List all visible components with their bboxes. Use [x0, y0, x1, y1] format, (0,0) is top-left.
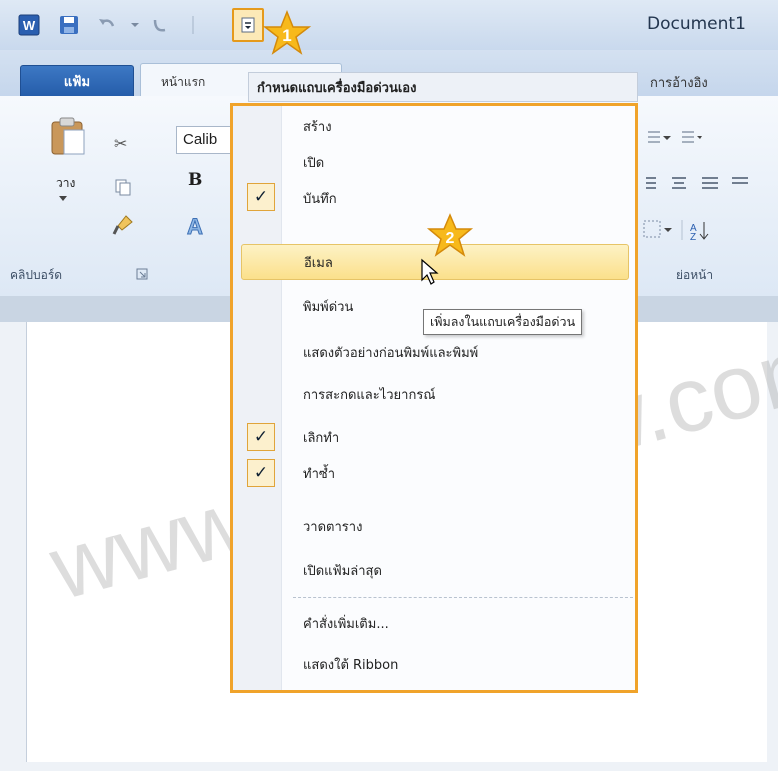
callout-star-2-icon: 2 — [426, 213, 474, 261]
tooltip: เพิ่มลงในแถบเครื่องมือด่วน — [423, 309, 583, 335]
tab-home-label: หน้าแรก — [161, 75, 206, 89]
svg-text:Z: Z — [690, 232, 696, 242]
menu-item-spelling[interactable]: การสะกดและไวยากรณ์ — [281, 376, 635, 412]
customize-qat-menu: สร้าง เปิด ✓ บันทึก อีเมล พิมพ์ด่วน แสดง… — [230, 103, 638, 693]
paragraph-group-label: ย่อหน้า — [676, 268, 714, 282]
menu-item-draw-table[interactable]: วาดตาราง — [281, 508, 635, 544]
paste-label: วาง — [56, 176, 76, 190]
menu-item-save[interactable]: บันทึก — [281, 180, 635, 216]
clipboard-group-label: คลิปบอร์ด — [10, 268, 63, 282]
menu-item-label: เปิด — [303, 155, 325, 171]
format-painter-icon[interactable] — [112, 214, 134, 240]
menu-item-label: ทำซ้ำ — [303, 466, 335, 482]
menu-separator — [293, 597, 633, 598]
cut-icon[interactable]: ✂ — [114, 134, 127, 153]
menu-item-label: การสะกดและไวยากรณ์ — [303, 387, 436, 403]
callout-number: 1 — [282, 26, 291, 45]
borders-icon[interactable]: AZ — [642, 218, 762, 246]
menu-item-label: แสดงตัวอย่างก่อนพิมพ์และพิมพ์ — [303, 345, 479, 361]
menu-item-label: สร้าง — [303, 119, 332, 135]
tab-file[interactable]: แฟ้ม — [20, 65, 134, 97]
menu-item-show-below-ribbon[interactable]: แสดงใต้ Ribbon — [281, 646, 635, 682]
font-name-box[interactable]: Calib — [176, 126, 234, 154]
title-bar: W Document1 — [0, 0, 778, 51]
menu-header: กำหนดแถบเครื่องมือด่วนเอง — [248, 72, 638, 102]
callout-star-1-icon: 1 — [262, 9, 312, 60]
menu-item-label: อีเมล — [304, 255, 333, 271]
bold-button[interactable]: B — [188, 170, 202, 190]
window-title: Document1 — [647, 14, 746, 34]
menu-item-label: พิมพ์ด่วน — [303, 299, 354, 315]
redo-icon[interactable] — [150, 14, 172, 36]
menu-item-label: เลิกทำ — [303, 430, 340, 446]
qat-separator — [184, 14, 202, 36]
menu-item-open[interactable]: เปิด — [281, 144, 635, 180]
copy-icon[interactable] — [114, 178, 132, 200]
menu-item-label: แสดงใต้ Ribbon — [303, 657, 399, 673]
menu-item-redo[interactable]: ทำซ้ำ — [281, 455, 635, 491]
svg-text:W: W — [23, 18, 36, 33]
check-icon: ✓ — [247, 423, 275, 451]
menu-item-more-commands[interactable]: คำสั่งเพิ่มเติม... — [281, 605, 635, 641]
word-icon[interactable]: W — [18, 14, 40, 36]
callout-number: 2 — [446, 230, 455, 247]
undo-icon[interactable] — [96, 14, 118, 36]
menu-item-recent-file[interactable]: เปิดแฟ้มล่าสุด — [281, 552, 635, 588]
undo-dropdown-icon[interactable] — [128, 14, 142, 36]
menu-item-label: เปิดแฟ้มล่าสุด — [303, 563, 382, 579]
text-effects-icon[interactable]: A — [184, 212, 214, 242]
bullets-icon[interactable] — [642, 128, 702, 152]
customize-qat-button[interactable] — [232, 8, 264, 42]
customize-qat-icon — [241, 17, 255, 33]
mouse-cursor-icon — [420, 258, 440, 290]
menu-item-label: คำสั่งเพิ่มเติม... — [303, 616, 389, 632]
dialog-launcher-icon[interactable] — [136, 268, 148, 284]
check-icon: ✓ — [247, 183, 275, 211]
tab-references[interactable]: การอ้างอิง — [650, 72, 708, 93]
save-icon[interactable] — [58, 14, 80, 36]
menu-item-print-preview[interactable]: แสดงตัวอย่างก่อนพิมพ์และพิมพ์ — [281, 334, 635, 370]
align-icons[interactable] — [642, 174, 772, 198]
svg-text:A: A — [187, 214, 203, 238]
paste-icon[interactable] — [48, 116, 88, 160]
menu-item-label: วาดตาราง — [303, 519, 363, 535]
menu-item-new[interactable]: สร้าง — [281, 108, 635, 144]
menu-item-undo[interactable]: เลิกทำ — [281, 419, 635, 455]
menu-item-label: บันทึก — [303, 191, 337, 207]
paste-dropdown-icon[interactable] — [58, 192, 68, 207]
check-icon: ✓ — [247, 459, 275, 487]
